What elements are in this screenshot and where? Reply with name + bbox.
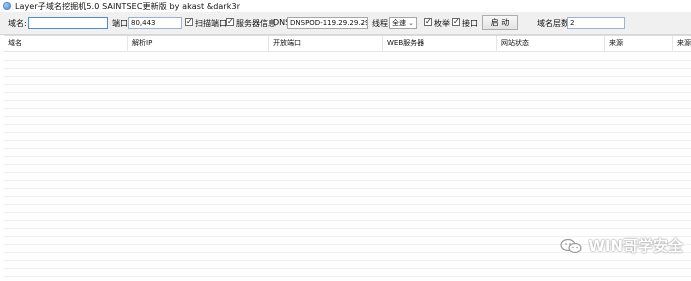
- chevron-down-icon: ⌄: [359, 19, 365, 27]
- api-checkbox[interactable]: ✓: [452, 18, 460, 26]
- api-label: 接口: [462, 19, 478, 28]
- scan-ports-checkbox[interactable]: ✓: [185, 18, 193, 26]
- window-title: Layer子域名挖掘机5.0 SAINTSEC更新版 by akast &dar…: [15, 1, 241, 11]
- table-header: 域名 解析IP 开放端口 WEB服务器 网站状态 来源 来源: [4, 36, 691, 52]
- server-info-checkbox[interactable]: ✓: [226, 18, 234, 26]
- column-header-source[interactable]: 来源: [605, 36, 673, 51]
- toolbar: 域名: 端口: 80,443 ✓ 扫描端口 ✓ 服务器信息 DNS: DNSPO…: [0, 12, 691, 35]
- app-icon: [3, 2, 11, 10]
- port-input[interactable]: 80,443: [128, 17, 182, 29]
- title-bar: Layer子域名挖掘机5.0 SAINTSEC更新版 by akast &dar…: [0, 0, 691, 12]
- column-header-ip[interactable]: 解析IP: [128, 36, 269, 51]
- watermark-text: WIN哥学安全: [588, 237, 683, 255]
- enum-label: 枚举: [434, 19, 450, 28]
- dns-select-value: DNSPOD-119.29.29.29: [290, 19, 368, 27]
- threads-label: 线程:: [372, 19, 391, 28]
- watermark: WIN哥学安全: [560, 235, 683, 256]
- start-button[interactable]: 启 动: [482, 15, 518, 30]
- server-info-label: 服务器信息: [236, 19, 276, 28]
- threads-select-value: 全速: [392, 19, 406, 27]
- enum-checkbox[interactable]: ✓: [424, 18, 432, 26]
- threads-select[interactable]: 全速 ⌄: [389, 17, 417, 29]
- chevron-down-icon: ⌄: [408, 19, 414, 27]
- dns-select[interactable]: DNSPOD-119.29.29.29 ⌄: [287, 17, 368, 29]
- column-header-source-2[interactable]: 来源: [673, 36, 691, 51]
- table-row: [4, 268, 691, 277]
- depth-input[interactable]: 2: [567, 17, 625, 29]
- wechat-icon: [560, 238, 582, 253]
- column-header-status[interactable]: 网站状态: [497, 36, 605, 51]
- column-header-ports[interactable]: 开放端口: [269, 36, 383, 51]
- domain-input[interactable]: [28, 17, 108, 29]
- depth-label: 域名层数: [537, 19, 569, 28]
- column-header-web-server[interactable]: WEB服务器: [383, 36, 497, 51]
- scan-ports-label: 扫描端口: [195, 19, 227, 28]
- domain-label: 域名:: [8, 19, 27, 28]
- column-header-domain[interactable]: 域名: [4, 36, 128, 51]
